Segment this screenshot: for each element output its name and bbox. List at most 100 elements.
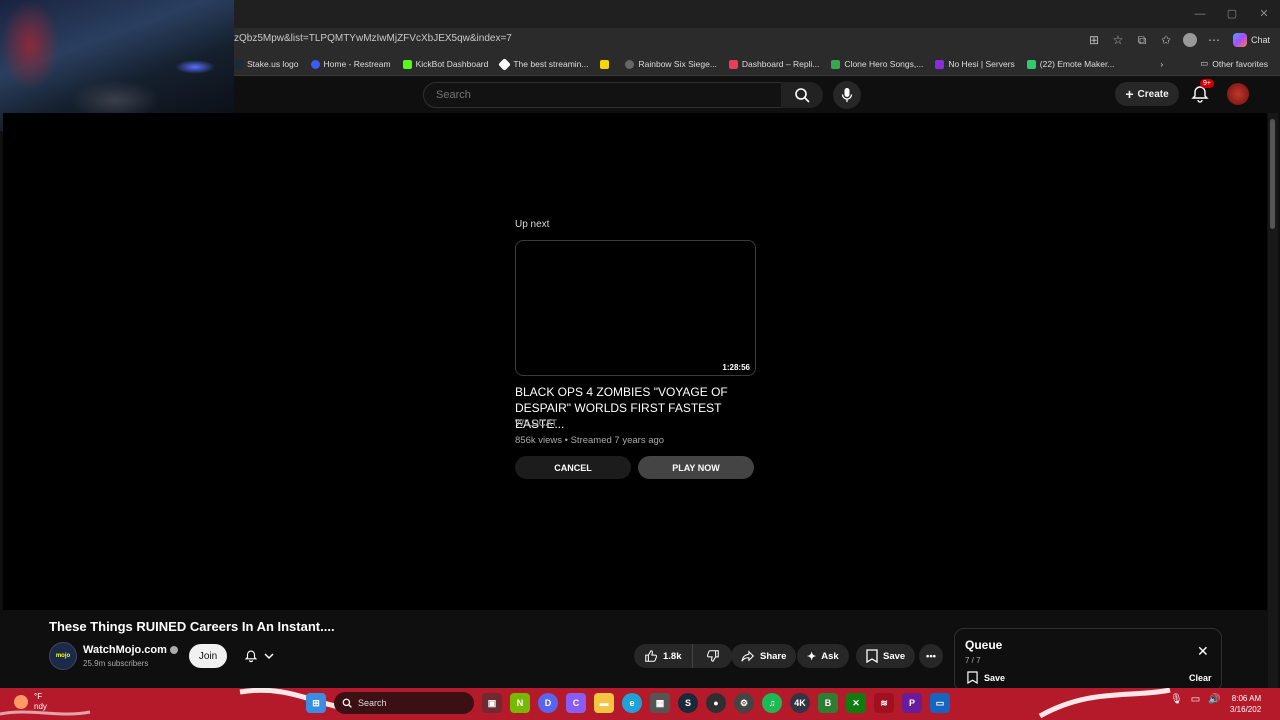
join-button[interactable]: Join bbox=[189, 644, 227, 668]
page-scrollbar[interactable] bbox=[1268, 113, 1278, 688]
up-next-thumbnail[interactable]: 1:28:56 bbox=[515, 240, 756, 376]
queue-count: 7 / 7 bbox=[965, 656, 981, 665]
search-input[interactable] bbox=[434, 88, 768, 102]
queue-close-icon[interactable]: ✕ bbox=[1197, 644, 1209, 658]
queue-clear-button[interactable]: Clear bbox=[1189, 673, 1212, 683]
search-box bbox=[423, 82, 783, 108]
nvidia-icon[interactable]: N bbox=[510, 693, 530, 713]
windows-taskbar: °F ndy ⊞ Search ▣ N D C ▬ e ▦ S ● ⚙ ♫ 4K… bbox=[0, 688, 1280, 720]
more-options-icon[interactable]: ⋯ bbox=[1205, 31, 1223, 49]
profile-avatar[interactable] bbox=[1181, 31, 1199, 49]
bookmark-favicon bbox=[310, 59, 320, 69]
bookmark-item[interactable]: Rainbow Six Siege... bbox=[625, 59, 717, 69]
bookmark-item[interactable]: Home - Restream bbox=[310, 59, 391, 69]
account-avatar[interactable] bbox=[1227, 83, 1249, 105]
bookmark-item[interactable]: Clone Hero Songs,... bbox=[831, 59, 923, 69]
verified-check-icon bbox=[169, 646, 178, 654]
other-favorites-label: Other favorites bbox=[1212, 58, 1268, 69]
file-explorer-icon[interactable]: ▬ bbox=[594, 693, 614, 713]
window-app-icon[interactable]: ▭ bbox=[930, 693, 950, 713]
copilot-icon[interactable]: C bbox=[566, 693, 586, 713]
taskbar-search[interactable]: Search bbox=[334, 692, 474, 714]
create-label: Create bbox=[1137, 88, 1169, 100]
bookmark-favicon bbox=[234, 59, 243, 69]
voice-search-button[interactable] bbox=[833, 81, 861, 109]
system-clock[interactable]: 8:06 AM 3/16/202 bbox=[1230, 693, 1261, 715]
queue-save-label: Save bbox=[984, 672, 1006, 683]
bookmark-label: Home - Restream bbox=[323, 59, 391, 69]
bookmark-favicon bbox=[600, 59, 610, 69]
other-favorites[interactable]: ▭ Other favorites bbox=[1200, 58, 1268, 69]
scrollbar-thumb[interactable] bbox=[1270, 119, 1275, 229]
share-button[interactable]: Share bbox=[731, 644, 797, 668]
subscription-notifications-button[interactable] bbox=[236, 644, 282, 668]
weather-widget[interactable]: °F ndy bbox=[14, 692, 47, 712]
ask-button[interactable]: ✦ Ask bbox=[797, 644, 849, 668]
bookmark-item[interactable]: KickBot Dashboard bbox=[402, 59, 489, 69]
bookmarks-overflow-chevron-icon[interactable]: › bbox=[1160, 59, 1163, 69]
cancel-button[interactable]: CANCEL bbox=[515, 456, 631, 479]
bookmarks-list: Stake.us logo Home - Restream KickBot Da… bbox=[234, 53, 1163, 75]
play-now-button[interactable]: PLAY NOW bbox=[638, 456, 754, 479]
bell-icon bbox=[244, 650, 258, 663]
chevron-down-icon bbox=[264, 653, 274, 660]
minimize-button[interactable]: — bbox=[1184, 0, 1216, 28]
more-actions-button[interactable]: ••• bbox=[919, 644, 943, 668]
bookmark-label: KickBot Dashboard bbox=[415, 59, 489, 69]
volume-icon[interactable]: 🔊 bbox=[1208, 694, 1220, 705]
maximize-button[interactable]: ▢ bbox=[1216, 0, 1248, 28]
obs-icon[interactable]: ● bbox=[706, 693, 726, 713]
close-window-button[interactable]: ✕ bbox=[1248, 0, 1280, 28]
bookmark-item[interactable]: The best streamin... bbox=[498, 57, 588, 71]
channel-avatar[interactable]: mojo bbox=[49, 642, 77, 670]
search-icon bbox=[795, 88, 810, 103]
bookmark-label: Stake.us logo bbox=[247, 59, 299, 69]
up-next-label: Up next bbox=[515, 219, 550, 230]
save-button[interactable]: Save bbox=[856, 644, 916, 668]
queue-save-button[interactable]: Save bbox=[967, 671, 1005, 684]
weather-icon bbox=[14, 695, 28, 709]
bookmark-item[interactable]: (22) Emote Maker... bbox=[1026, 59, 1115, 69]
bookmark-favicon bbox=[935, 59, 945, 69]
steam-icon[interactable]: S bbox=[678, 693, 698, 713]
bookmark-favicon bbox=[1026, 59, 1036, 69]
bookmark-item[interactable]: Stake.us logo bbox=[234, 59, 299, 69]
discord-icon[interactable]: D bbox=[538, 693, 558, 713]
extensions-icon[interactable]: ⧉ bbox=[1133, 31, 1151, 49]
favorite-star-icon[interactable]: ☆ bbox=[1109, 31, 1127, 49]
bookmark-label: Dashboard – Repli... bbox=[741, 59, 820, 69]
search-button[interactable] bbox=[781, 82, 823, 108]
bookmark-item[interactable]: No Hesi | Servers bbox=[935, 59, 1015, 69]
address-bar-icons: ⊞ ☆ ⧉ ✩ ⋯ Chat bbox=[1085, 31, 1270, 49]
windows-start-icon[interactable]: ⊞ bbox=[306, 693, 326, 713]
share-label: Share bbox=[760, 650, 787, 662]
app-p-icon[interactable]: P bbox=[902, 693, 922, 713]
app-b-icon[interactable]: B bbox=[818, 693, 838, 713]
favorites-icon[interactable]: ✩ bbox=[1157, 31, 1175, 49]
settings-gear-icon[interactable]: ⚙ bbox=[734, 693, 754, 713]
spotify-icon[interactable]: ♫ bbox=[762, 693, 782, 713]
bookmark-favicon bbox=[831, 59, 841, 69]
like-button[interactable]: 1.8k bbox=[634, 644, 693, 668]
edge-icon[interactable]: e bbox=[622, 693, 642, 713]
network-icon[interactable]: ▭ bbox=[1191, 694, 1200, 705]
dislike-button[interactable] bbox=[698, 644, 728, 668]
bookmark-label: (22) Emote Maker... bbox=[1039, 59, 1115, 69]
microphone-tray-icon[interactable]: 🎙 bbox=[1170, 694, 1183, 705]
url-field[interactable]: zQbz5Mpw&list=TLPQMTYwMzIwMjZFVcXbJEX5qw… bbox=[234, 33, 512, 44]
task-view-icon[interactable]: ▣ bbox=[482, 693, 502, 713]
create-button[interactable]: + Create bbox=[1115, 82, 1179, 106]
bookmark-item[interactable] bbox=[600, 59, 613, 69]
copilot-icon bbox=[1232, 33, 1247, 47]
clock-date: 3/16/202 bbox=[1230, 705, 1262, 714]
bookmark-item[interactable]: Dashboard – Repli... bbox=[728, 59, 820, 69]
app-available-icon[interactable]: ⊞ bbox=[1085, 31, 1103, 49]
channel-name[interactable]: WatchMojo.com bbox=[83, 644, 178, 656]
xbox-icon[interactable]: ✕ bbox=[846, 693, 866, 713]
streaming-app-icon[interactable]: ≋ bbox=[874, 693, 894, 713]
thumbs-up-icon bbox=[645, 650, 658, 662]
store-icon[interactable]: ▦ bbox=[650, 693, 670, 713]
copilot-chat-button[interactable]: Chat bbox=[1232, 33, 1270, 47]
ask-label: Ask bbox=[821, 650, 839, 662]
video-player-icon[interactable]: 4K bbox=[790, 693, 810, 713]
